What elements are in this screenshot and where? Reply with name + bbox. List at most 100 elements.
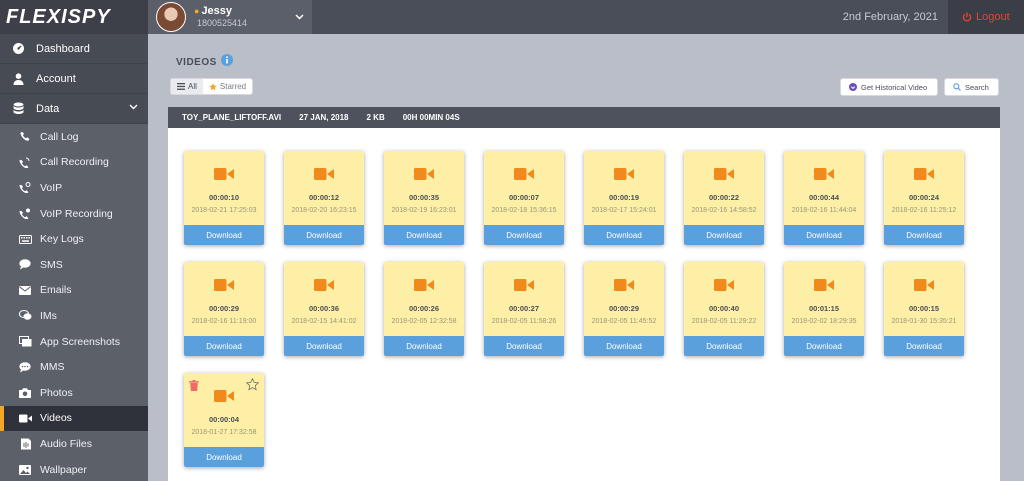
sidebar-item-photos[interactable]: Photos <box>0 380 148 406</box>
filter-starred-button[interactable]: Starred <box>203 79 252 94</box>
sidebar-item-emails[interactable]: Emails <box>0 278 148 304</box>
sidebar-item-call-recording[interactable]: Call Recording <box>0 150 148 176</box>
video-card[interactable]: 00:00:36 2018-02-15 14:41:02 Download <box>284 262 364 356</box>
video-duration: 00:00:29 <box>208 304 240 313</box>
video-card[interactable]: 00:01:15 2018-02-02 18:29:35 Download <box>784 262 864 356</box>
sidebar-item-mms[interactable]: MMS <box>0 354 148 380</box>
sidebar-item-app-screenshots[interactable]: App Screenshots <box>0 329 148 355</box>
sidebar-sub-list: Call Log Call Recording VoIP VoIP Recording… <box>0 124 148 481</box>
download-button[interactable]: Download <box>784 225 864 245</box>
user-switcher[interactable]: ● Jessy 1800525414 <box>148 0 312 34</box>
video-camera-icon <box>514 278 534 297</box>
star-icon <box>209 82 217 90</box>
video-card[interactable]: 00:00:27 2018-02-05 11:58:26 Download <box>484 262 564 356</box>
download-button[interactable]: Download <box>184 225 264 245</box>
video-card[interactable]: 00:00:44 2018-02-16 11:44:04 Download <box>784 151 864 245</box>
sidebar-item-dashboard[interactable]: Dashboard <box>0 34 148 64</box>
filter-toggle: All Starred <box>170 78 254 95</box>
sidebar-item-data[interactable]: Data <box>0 94 148 124</box>
video-duration: 00:00:22 <box>708 193 740 202</box>
video-card[interactable]: 00:00:19 2018-02-17 15:24:01 Download <box>584 151 664 245</box>
download-button[interactable]: Download <box>584 225 664 245</box>
get-historical-video-button[interactable]: Get Historical Video <box>840 78 938 96</box>
app-logo[interactable]: FLEXISPY <box>0 0 148 34</box>
download-button[interactable]: Download <box>884 336 964 356</box>
download-button[interactable]: Download <box>684 225 764 245</box>
sidebar-item-label: IMs <box>40 309 57 322</box>
video-card[interactable]: 00:00:15 2018-01-30 15:35:21 Download <box>884 262 964 356</box>
star-icon[interactable] <box>245 377 260 396</box>
download-button[interactable]: Download <box>184 336 264 356</box>
video-card[interactable]: 00:00:40 2018-02-05 11:29:22 Download <box>684 262 764 356</box>
video-timestamp: 2018-02-05 11:29:22 <box>691 318 757 325</box>
video-card[interactable]: 00:00:35 2018-02-19 16:23:01 Download <box>384 151 464 245</box>
sidebar-item-audio-files[interactable]: Audio Files <box>0 431 148 457</box>
video-duration: 00:01:15 <box>808 304 840 313</box>
video-timestamp: 2018-02-16 11:44:04 <box>791 207 857 214</box>
video-duration: 00:00:04 <box>208 415 240 424</box>
download-button[interactable]: Download <box>584 336 664 356</box>
sidebar-item-call-log[interactable]: Call Log <box>0 124 148 150</box>
video-camera-icon <box>314 278 334 297</box>
video-camera-icon <box>214 278 234 297</box>
logout-button[interactable]: Logout <box>948 0 1024 34</box>
search-button[interactable]: Search <box>944 78 999 96</box>
video-card[interactable]: 00:00:22 2018-02-16 14:58:52 Download <box>684 151 764 245</box>
sidebar-item-label: Call Log <box>40 130 79 143</box>
download-button[interactable]: Download <box>384 225 464 245</box>
filter-all-button[interactable]: All <box>171 79 203 94</box>
sidebar-item-label: Dashboard <box>36 42 90 55</box>
video-timestamp: 2018-02-19 16:23:01 <box>391 207 457 214</box>
file-date: 27 JAN, 2018 <box>299 113 349 122</box>
sidebar-item-sms[interactable]: SMS <box>0 252 148 278</box>
video-card[interactable]: 00:00:26 2018-02-05 12:32:58 Download <box>384 262 464 356</box>
video-card[interactable]: 00:00:04 2018-01-27 17:32:58 Download <box>184 373 264 467</box>
sidebar-item-label: VoIP Recording <box>40 207 113 220</box>
sidebar-item-label: Audio Files <box>40 437 92 450</box>
download-button[interactable]: Download <box>284 336 364 356</box>
download-button[interactable]: Download <box>384 336 464 356</box>
envelope-icon <box>18 285 32 295</box>
video-card[interactable]: 00:00:07 2018-02-18 15:36:15 Download <box>484 151 564 245</box>
sidebar-item-wallpaper[interactable]: Wallpaper <box>0 457 148 481</box>
sidebar-item-key-logs[interactable]: Key Logs <box>0 226 148 252</box>
video-card[interactable]: 00:00:10 2018-02-21 17:25:03 Download <box>184 151 264 245</box>
video-duration: 00:00:24 <box>908 193 940 202</box>
video-timestamp: 2018-01-30 15:35:21 <box>891 318 957 325</box>
video-camera-icon <box>614 167 634 186</box>
download-button[interactable]: Download <box>484 336 564 356</box>
video-timestamp: 2018-02-16 11:19:00 <box>191 318 257 325</box>
chevron-down-icon[interactable] <box>129 104 138 110</box>
image-icon <box>18 464 32 475</box>
sidebar-item-ims[interactable]: IMs <box>0 303 148 329</box>
trash-icon[interactable] <box>189 378 199 396</box>
video-card[interactable]: 00:00:12 2018-02-20 16:23:15 Download <box>284 151 364 245</box>
video-timestamp: 2018-02-16 14:58:52 <box>691 207 757 214</box>
video-duration: 00:00:19 <box>608 193 640 202</box>
sidebar-item-account[interactable]: Account <box>0 64 148 94</box>
sidebar-item-label: Key Logs <box>40 233 84 246</box>
sidebar-item-videos[interactable]: Videos <box>0 405 148 432</box>
info-icon[interactable] <box>221 54 233 66</box>
video-card[interactable]: 00:00:29 2018-02-16 11:19:00 Download <box>184 262 264 356</box>
search-icon <box>953 83 961 91</box>
video-duration: 00:00:10 <box>208 193 240 202</box>
download-button[interactable]: Download <box>684 336 764 356</box>
sidebar-item-voip[interactable]: VoIP <box>0 175 148 201</box>
download-button[interactable]: Download <box>184 447 264 467</box>
download-button[interactable]: Download <box>784 336 864 356</box>
video-camera-icon <box>814 167 834 186</box>
user-name: Jessy <box>201 5 233 17</box>
video-card[interactable]: 00:00:29 2018-02-05 11:45:52 Download <box>584 262 664 356</box>
download-button[interactable]: Download <box>284 225 364 245</box>
video-card[interactable]: 00:00:24 2018-02-16 11:25:12 Download <box>884 151 964 245</box>
sidebar: Dashboard Account Data Call Log Call Reco… <box>0 34 148 481</box>
logout-label: Logout <box>976 11 1010 23</box>
sidebar-item-voip-recording[interactable]: VoIP Recording <box>0 201 148 227</box>
video-camera-icon <box>414 167 434 186</box>
chevron-down-icon[interactable] <box>295 14 304 20</box>
camera-icon <box>18 387 32 398</box>
download-button[interactable]: Download <box>484 225 564 245</box>
download-button[interactable]: Download <box>884 225 964 245</box>
sidebar-item-label: Photos <box>40 386 73 399</box>
